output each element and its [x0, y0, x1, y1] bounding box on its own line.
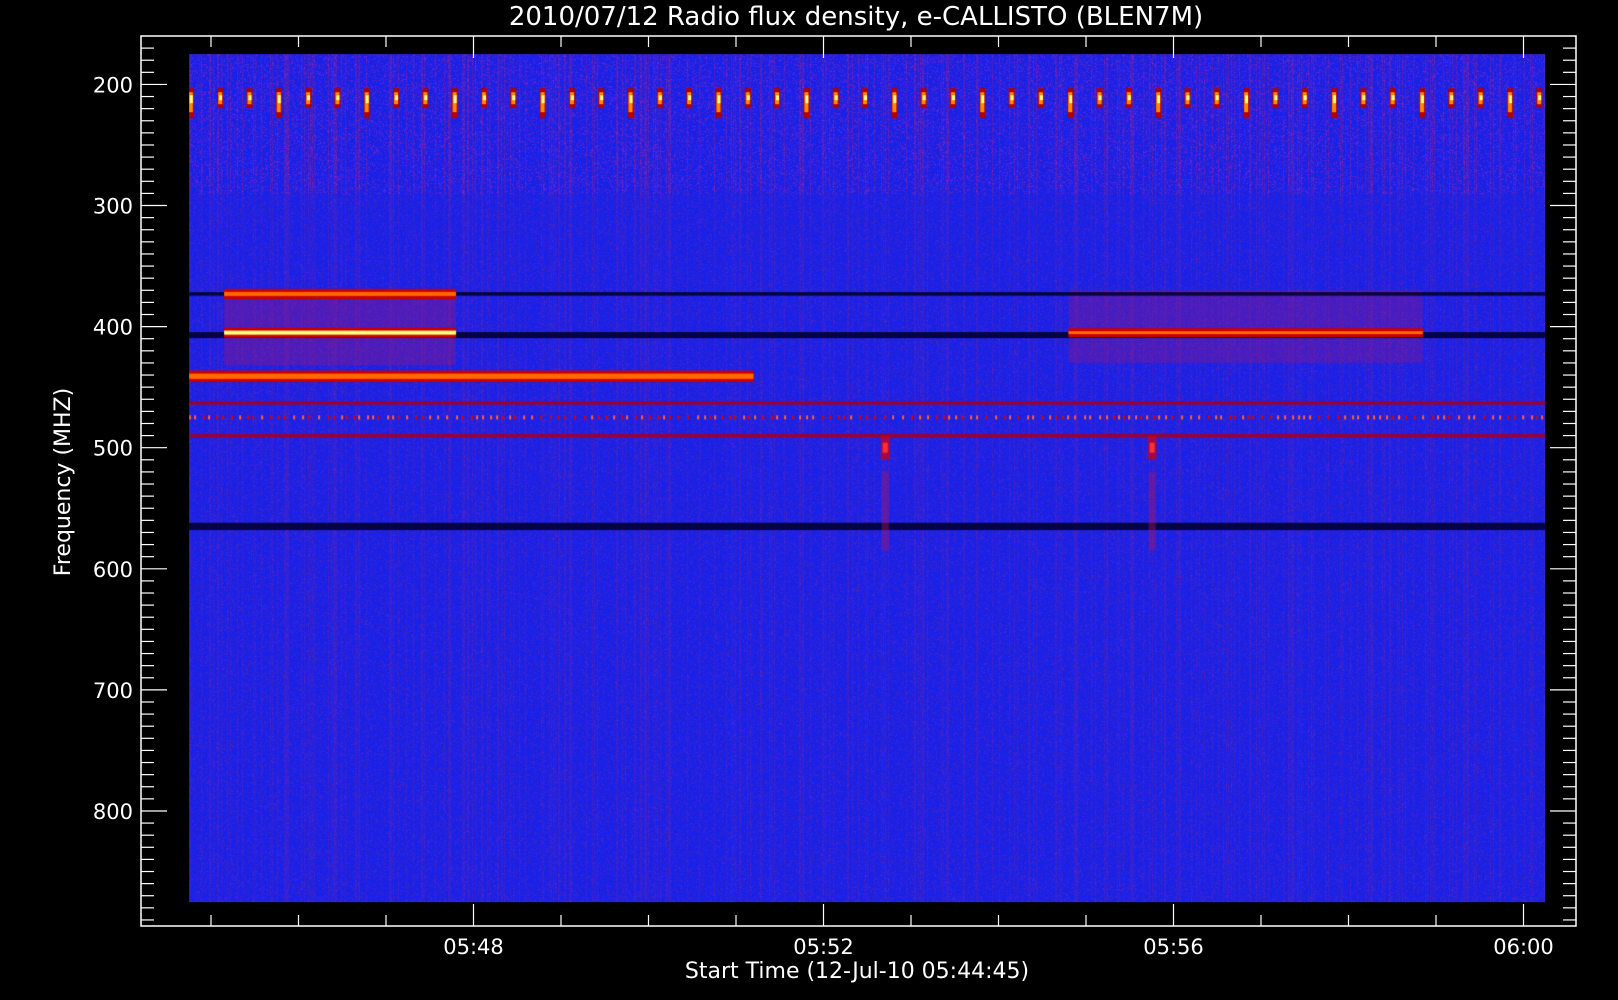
- feature-line-463MHz: [189, 401, 1545, 405]
- feature-dotted-line-475MHz: [189, 416, 1545, 420]
- x-tick-label: 05:48: [443, 935, 504, 959]
- y-tick-label: 300: [93, 195, 133, 219]
- feature-dark-line-373MHz: [189, 292, 1545, 296]
- feature-line-490MHz: [189, 434, 1545, 438]
- y-axis-label: Frequency (MHZ): [51, 388, 76, 576]
- y-tick-label: 600: [93, 558, 133, 582]
- feature-dark-line-565MHz: [189, 523, 1545, 530]
- x-axis-label: Start Time (12-Jul-10 05:44:45): [685, 959, 1029, 984]
- feature-box-385-430MHz-a: [224, 290, 456, 365]
- y-tick-label: 200: [93, 73, 133, 97]
- x-tick-label: 05:52: [793, 935, 854, 959]
- y-tick-label: 400: [93, 316, 133, 340]
- feature-burst-500MHz-b: [1145, 442, 1159, 454]
- feature-burst-500MHz-a: [878, 442, 892, 454]
- y-tick-label: 700: [93, 679, 133, 703]
- spectrogram-chart: 2010/07/12 Radio flux density, e-CALLIST…: [0, 0, 1618, 1000]
- y-tick-label: 800: [93, 800, 133, 824]
- chart-title: 2010/07/12 Radio flux density, e-CALLIST…: [509, 2, 1203, 32]
- feature-periodic-spikes-210MHz: [189, 94, 1545, 106]
- feature-band-440MHz: [189, 373, 753, 380]
- spectrogram-heatmap: [189, 54, 1546, 903]
- y-tick-label: 500: [93, 437, 133, 461]
- x-tick-label: 06:00: [1493, 935, 1554, 959]
- x-tick-label: 05:56: [1143, 935, 1204, 959]
- feature-dark-line-407MHz: [189, 332, 1545, 338]
- feature-box-370-430MHz-b: [1069, 290, 1423, 363]
